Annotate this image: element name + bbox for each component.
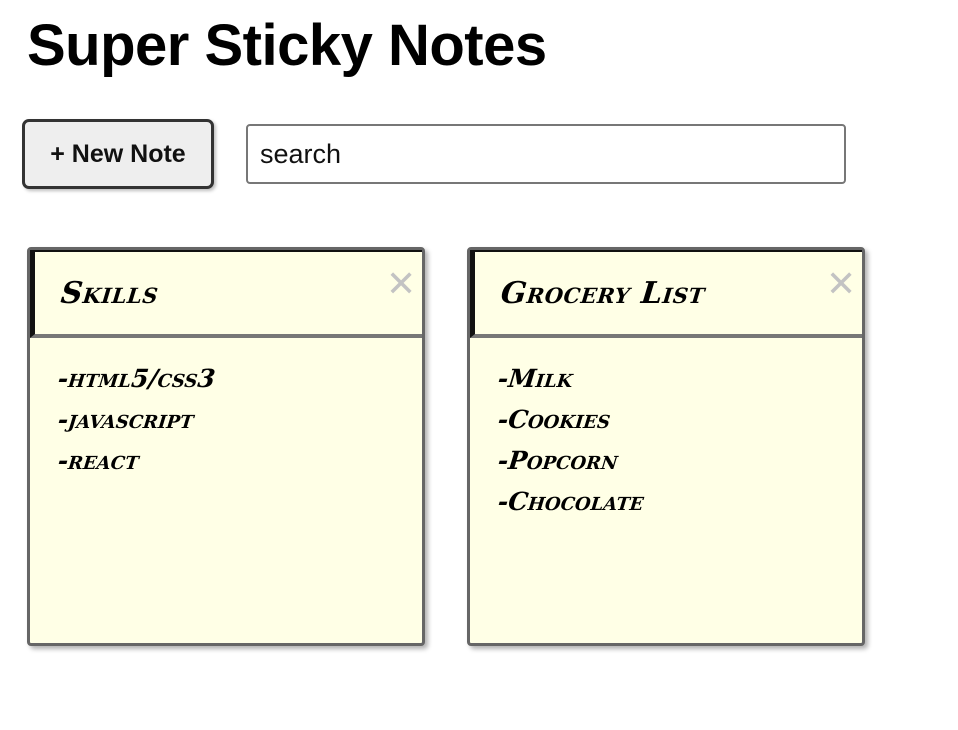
note-body[interactable]: -Milk -Cookies -Popcorn -Chocolate	[496, 358, 842, 522]
note-card-grocery-list: Grocery List ✕ -Milk -Cookies -Popcorn -…	[467, 247, 865, 646]
note-line: -Cookies	[496, 405, 612, 434]
note-title[interactable]: Grocery List	[499, 276, 707, 311]
note-header: Grocery List ✕	[470, 250, 862, 338]
note-header: Skills ✕	[30, 250, 422, 338]
note-line: -Milk	[496, 364, 575, 393]
close-icon[interactable]: ✕	[386, 267, 416, 303]
note-line: -react	[56, 446, 141, 475]
note-line: -Popcorn	[496, 446, 620, 475]
close-icon[interactable]: ✕	[826, 267, 856, 303]
note-line: -javascript	[56, 405, 196, 434]
note-line: -html5/css3	[56, 364, 217, 393]
page-title: Super Sticky Notes	[27, 13, 547, 78]
search-input[interactable]	[246, 124, 846, 184]
note-body[interactable]: -html5/css3 -javascript -react	[56, 358, 402, 481]
note-title[interactable]: Skills	[59, 276, 160, 311]
note-line: -Chocolate	[496, 487, 646, 516]
note-card-skills: Skills ✕ -html5/css3 -javascript -react	[27, 247, 425, 646]
new-note-button[interactable]: + New Note	[22, 119, 214, 189]
